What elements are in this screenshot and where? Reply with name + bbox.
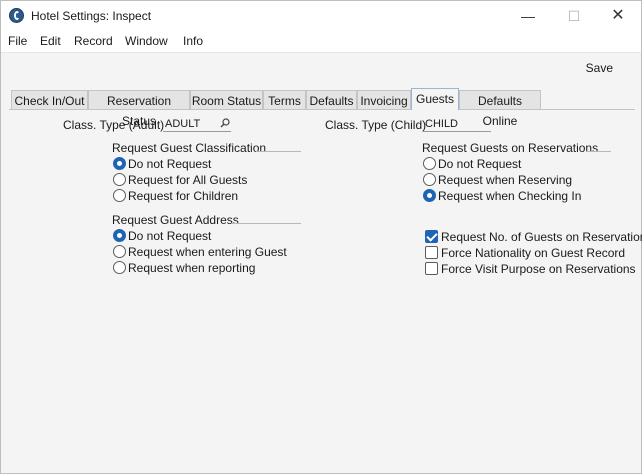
- radio-reservations-when-checking-in[interactable]: [423, 189, 436, 202]
- tab-invoicing[interactable]: Invoicing: [357, 90, 411, 109]
- radio-label: Do not Request: [128, 229, 212, 243]
- checkbox-force-visit-purpose[interactable]: [425, 262, 438, 275]
- tab-terms[interactable]: Terms: [263, 90, 306, 109]
- radio-reservations-when-reserving[interactable]: [423, 173, 436, 186]
- lookup-icon[interactable]: [220, 118, 230, 128]
- class-type-child-value: CHILD: [425, 118, 459, 130]
- menu-info[interactable]: Info: [183, 34, 203, 48]
- tab-check-in-out[interactable]: Check In/Out: [11, 90, 88, 109]
- menu-bar: File Edit Record Window Info: [1, 31, 641, 52]
- radio-label: Request for All Guests: [128, 173, 248, 187]
- class-type-adult-value: ADULT: [165, 118, 201, 130]
- checkbox-label: Force Visit Purpose on Reservations: [441, 262, 636, 276]
- menu-edit[interactable]: Edit: [40, 34, 61, 48]
- group-divider: [256, 151, 301, 152]
- group-divider: [586, 151, 611, 152]
- radio-label: Request when Reserving: [438, 173, 573, 187]
- guests-on-reservations-title: Request Guests on Reservations: [422, 141, 599, 155]
- tab-defaults-online[interactable]: Defaults Online: [459, 90, 541, 128]
- checkbox-force-nationality[interactable]: [425, 246, 438, 259]
- radio-classification-do-not-request[interactable]: [113, 157, 126, 170]
- tab-reservation-status[interactable]: Reservation Status: [88, 90, 190, 128]
- radio-reservations-do-not-request[interactable]: [423, 157, 436, 170]
- class-type-adult-label: Class. Type (Adult): [63, 118, 165, 132]
- menu-window[interactable]: Window: [125, 34, 168, 48]
- tab-room-status[interactable]: Room Status: [190, 90, 263, 109]
- radio-label: Request for Children: [128, 189, 239, 203]
- checkbox-label: Force Nationality on Guest Record: [441, 246, 626, 260]
- checkbox-request-no-of-guests[interactable]: [425, 230, 438, 243]
- minimize-button[interactable]: —: [505, 1, 551, 31]
- menu-record[interactable]: Record: [74, 34, 113, 48]
- guest-address-title: Request Guest Address: [112, 213, 239, 227]
- app-logo-icon: [9, 8, 24, 23]
- close-button[interactable]: ✕: [595, 1, 641, 31]
- class-type-child-label: Class. Type (Child): [325, 118, 427, 132]
- radio-address-entering-guest[interactable]: [113, 245, 126, 258]
- title-bar: Hotel Settings: Inspect — ☐ ✕: [1, 1, 641, 31]
- maximize-button[interactable]: ☐: [551, 1, 597, 31]
- tab-divider: [9, 109, 635, 110]
- class-type-child-field[interactable]: CHILD: [423, 118, 491, 132]
- tab-defaults[interactable]: Defaults: [306, 90, 357, 109]
- radio-address-reporting[interactable]: [113, 261, 126, 274]
- menu-file[interactable]: File: [8, 34, 27, 48]
- radio-classification-all-guests[interactable]: [113, 173, 126, 186]
- radio-label: Request when entering Guest: [128, 245, 287, 259]
- group-divider: [231, 223, 301, 224]
- guest-classification-title: Request Guest Classification: [112, 141, 267, 155]
- radio-label: Do not Request: [438, 157, 522, 171]
- save-button[interactable]: Save: [586, 61, 613, 75]
- app-window: Hotel Settings: Inspect — ☐ ✕ File Edit …: [0, 0, 642, 474]
- tab-guests[interactable]: Guests: [411, 88, 459, 110]
- radio-address-do-not-request[interactable]: [113, 229, 126, 242]
- toolbar: Save: [1, 52, 641, 86]
- radio-label: Request when Checking In: [438, 189, 582, 203]
- radio-label: Do not Request: [128, 157, 212, 171]
- window-title: Hotel Settings: Inspect: [31, 9, 152, 23]
- radio-classification-children[interactable]: [113, 189, 126, 202]
- radio-label: Request when reporting: [128, 261, 256, 275]
- checkbox-label: Request No. of Guests on Reservations: [441, 230, 642, 244]
